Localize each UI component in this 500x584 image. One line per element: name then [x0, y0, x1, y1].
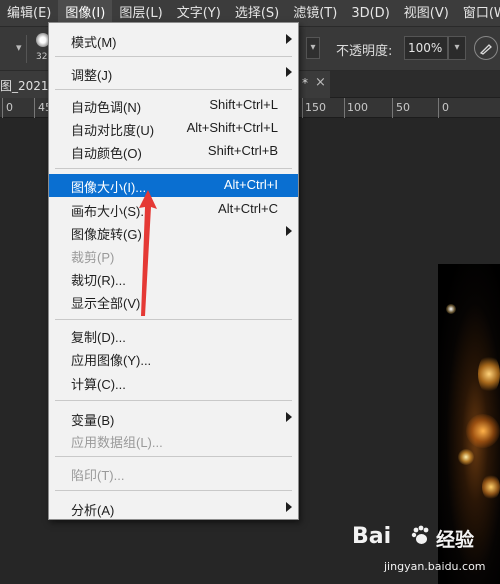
- ruler-tick-label: 0: [6, 101, 13, 114]
- menu-item-label: 自动颜色(O): [71, 146, 142, 161]
- menu-item-label: 变量(B): [71, 413, 115, 428]
- pressure-opacity-icon[interactable]: [474, 36, 498, 60]
- menu-item-variables[interactable]: 变量(B): [49, 407, 298, 430]
- ruler-tick-label: 0: [442, 101, 449, 114]
- watermark-url: jingyan.baidu.com: [384, 560, 486, 573]
- menu-item-label: 调整(J): [71, 68, 113, 83]
- menu-item-auto-tone[interactable]: 自动色调(N) Shift+Ctrl+L: [49, 94, 298, 117]
- ruler-tick-line: [34, 98, 35, 118]
- menu-item-analysis[interactable]: 分析(A): [49, 497, 298, 520]
- menu-item-image-rotation[interactable]: 图像旋转(G): [49, 221, 298, 244]
- menu-item-label: 复制(D)...: [71, 330, 126, 345]
- menu-window[interactable]: 窗口(W): [456, 0, 500, 27]
- menu-item-label: 计算(C)...: [71, 377, 126, 392]
- watermark-brand: 经验: [436, 529, 475, 551]
- submenu-arrow-icon: [286, 226, 292, 236]
- menu-item-label: 自动色调(N): [71, 100, 142, 115]
- ruler-tick-line: [344, 98, 345, 118]
- light-glow: [446, 304, 456, 314]
- submenu-arrow-icon: [286, 412, 292, 422]
- menu-item-label: 自动对比度(U): [71, 123, 155, 138]
- ruler-tick-line: [302, 98, 303, 118]
- menu-item-label: 应用数据组(L)...: [71, 435, 163, 450]
- menu-item-label: 模式(M): [71, 35, 117, 50]
- menu-separator: [55, 89, 292, 90]
- close-icon[interactable]: ×: [315, 75, 326, 90]
- menu-item-label: 显示全部(V): [71, 296, 141, 311]
- menu-item-apply-image[interactable]: 应用图像(Y)...: [49, 347, 298, 370]
- chevron-down-icon[interactable]: ▾: [16, 41, 22, 54]
- opacity-input[interactable]: 100%: [404, 36, 448, 60]
- menu-item-calculations[interactable]: 计算(C)...: [49, 371, 298, 394]
- menu-item-label: 陷印(T)...: [71, 468, 125, 483]
- menu-item-shortcut: Alt+Shift+Ctrl+L: [186, 120, 278, 135]
- menu-item-shortcut: Shift+Ctrl+B: [207, 143, 278, 158]
- menu-item-shortcut: Alt+Ctrl+C: [218, 201, 278, 216]
- menu-item-crop: 裁剪(P): [49, 244, 298, 267]
- menu-item-adjustments[interactable]: 调整(J): [49, 62, 298, 85]
- opacity-dropdown-icon[interactable]: ▾: [448, 36, 466, 60]
- menu-view[interactable]: 视图(V): [397, 0, 456, 27]
- menu-item-shortcut: Alt+Ctrl+I: [223, 177, 278, 192]
- menu-item-reveal-all[interactable]: 显示全部(V): [49, 290, 298, 313]
- light-glow: [482, 474, 500, 500]
- ruler-tick-line: [2, 98, 3, 118]
- menu-item-image-size[interactable]: 图像大小(I)... Alt+Ctrl+I: [49, 174, 298, 197]
- menu-item-shortcut: Shift+Ctrl+L: [209, 97, 278, 112]
- watermark-logo-text: Bai: [352, 524, 392, 549]
- submenu-arrow-icon: [286, 67, 292, 77]
- menu-item-canvas-size[interactable]: 画布大小(S)... Alt+Ctrl+C: [49, 198, 298, 221]
- paw-logo-icon: [410, 524, 432, 546]
- menu-item-trap: 陷印(T)...: [49, 462, 298, 485]
- mode-dropdown-chevron-icon[interactable]: ▾: [306, 37, 320, 59]
- baidu-jingyan-watermark: Bai 经验 jingyan.baidu.com: [352, 522, 498, 582]
- menu-item-auto-color[interactable]: 自动颜色(O) Shift+Ctrl+B: [49, 140, 298, 163]
- menu-separator: [55, 490, 292, 491]
- submenu-arrow-icon: [286, 34, 292, 44]
- ruler-tick-label: 150: [305, 101, 326, 114]
- document-tab-title: 图_2021: [0, 79, 49, 93]
- opacity-label: 不透明度:: [336, 44, 393, 59]
- menu-3d[interactable]: 3D(D): [344, 0, 396, 27]
- ruler-tick-label: 100: [347, 101, 368, 114]
- brush-size: 32: [36, 52, 48, 62]
- menu-separator: [55, 400, 292, 401]
- menu-item-auto-contrast[interactable]: 自动对比度(U) Alt+Shift+Ctrl+L: [49, 117, 298, 140]
- image-menu-dropdown: 模式(M) 调整(J) 自动色调(N) Shift+Ctrl+L 自动对比度(U…: [48, 22, 299, 520]
- submenu-arrow-icon: [286, 502, 292, 512]
- menu-item-label: 裁切(R)...: [71, 273, 126, 288]
- menu-item-mode[interactable]: 模式(M): [49, 29, 298, 52]
- ruler-tick-label: 50: [396, 101, 410, 114]
- menu-item-label: 应用图像(Y)...: [71, 353, 152, 368]
- menu-separator: [55, 56, 292, 57]
- menu-separator: [55, 168, 292, 169]
- menu-separator: [55, 319, 292, 320]
- ruler-tick-line: [392, 98, 393, 118]
- modified-indicator: *: [302, 76, 308, 90]
- light-glow: [466, 414, 500, 448]
- divider: [26, 35, 27, 63]
- light-glow: [478, 354, 500, 394]
- menu-item-duplicate[interactable]: 复制(D)...: [49, 324, 298, 347]
- light-glow: [458, 449, 474, 465]
- menu-item-trim[interactable]: 裁切(R)...: [49, 267, 298, 290]
- menu-item-label: 分析(A): [71, 503, 115, 518]
- annotation-arrow-icon: [139, 190, 157, 316]
- menu-item-apply-data-set: 应用数据组(L)...: [49, 429, 298, 452]
- menu-item-label: 裁剪(P): [71, 250, 115, 265]
- ruler-tick-line: [438, 98, 439, 118]
- menu-separator: [55, 456, 292, 457]
